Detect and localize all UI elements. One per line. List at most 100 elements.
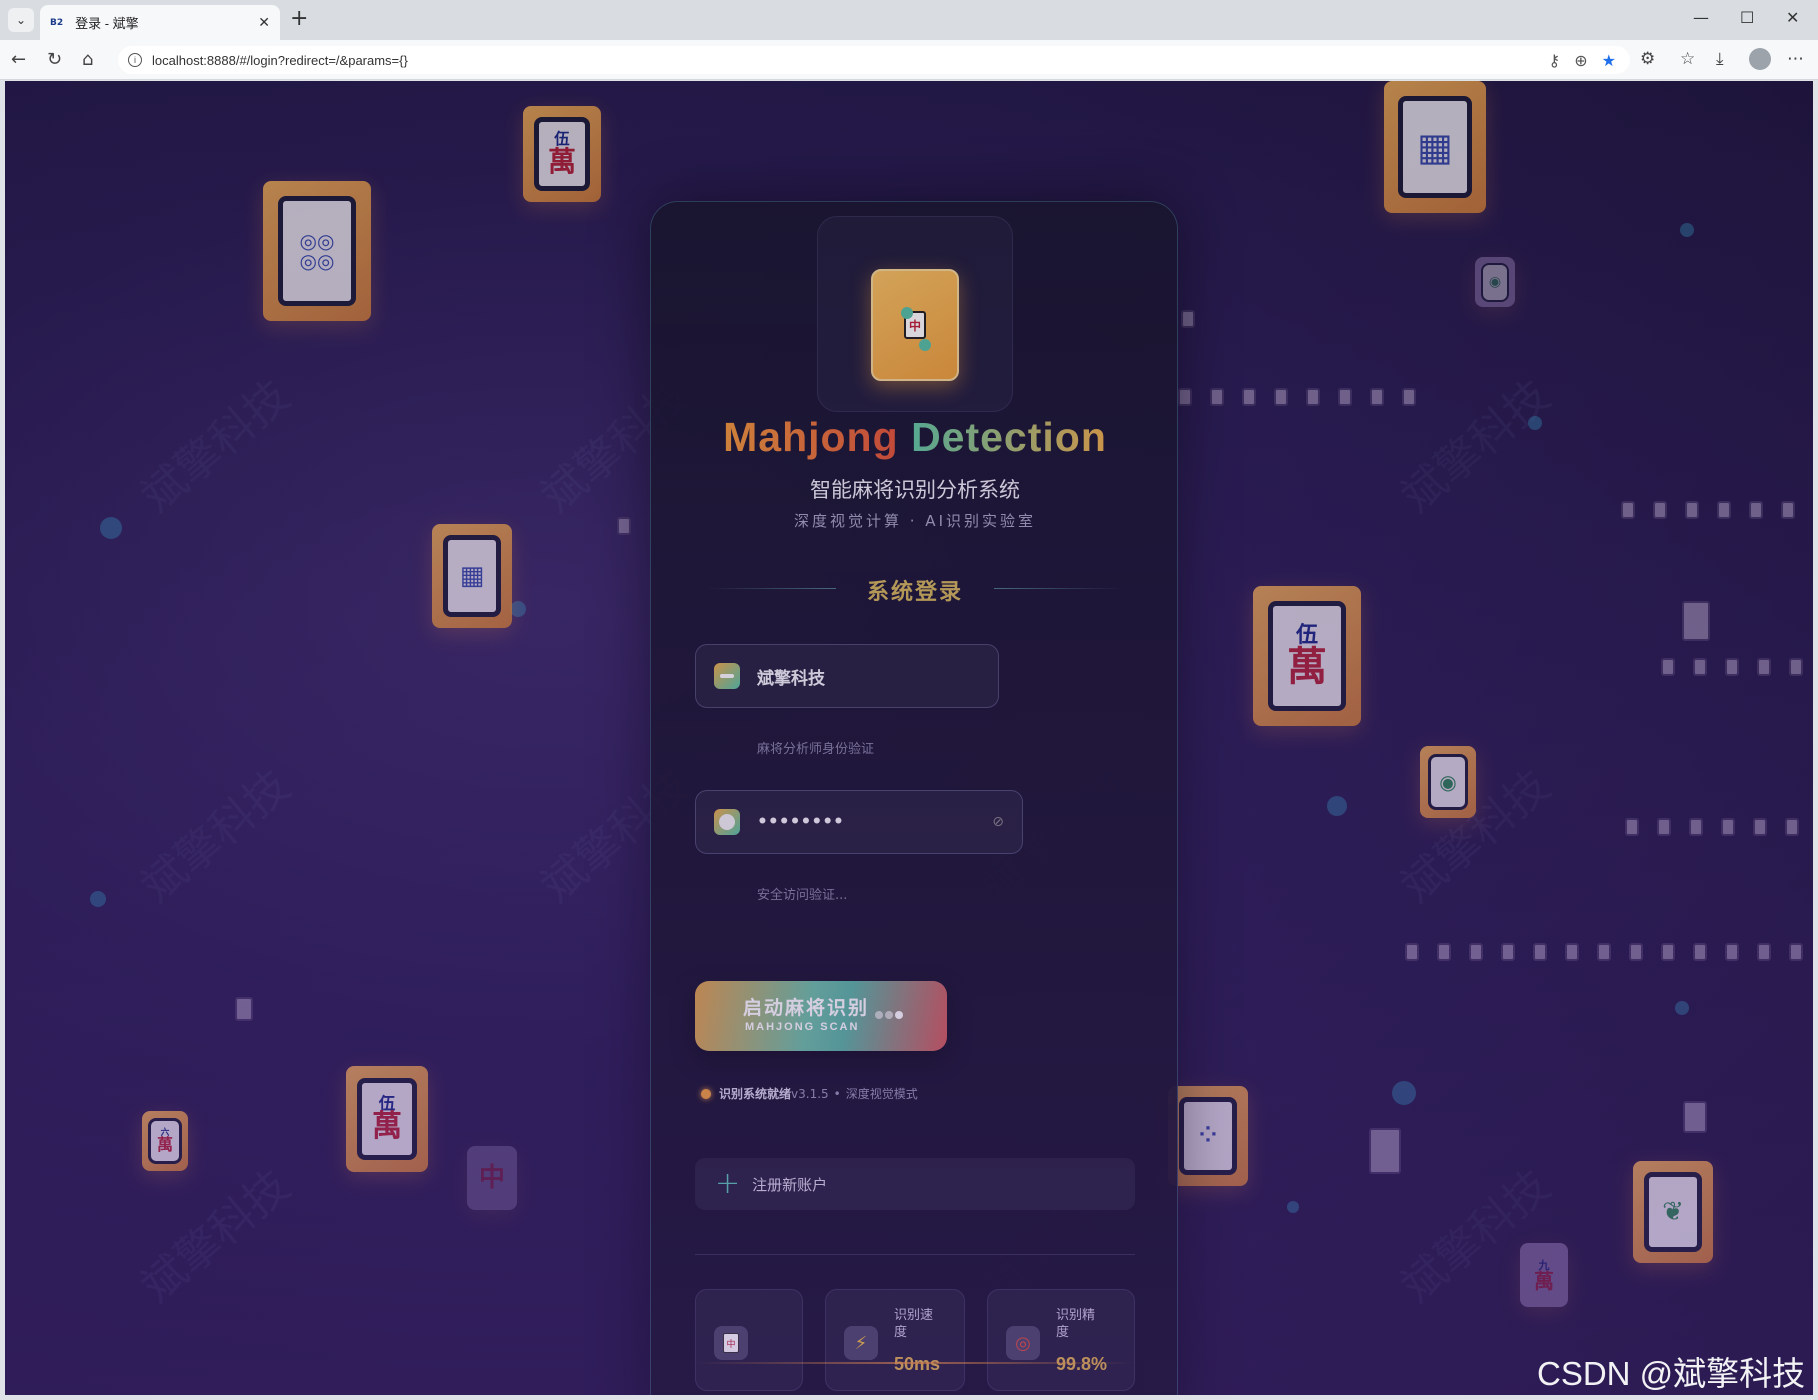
login-card: 中 Mahjong Detection 智能麻将识别分析系统 深度视觉计算 · …	[650, 201, 1178, 1395]
status-mode: 深度视觉模式	[845, 1087, 918, 1101]
home-icon[interactable]: ⌂	[82, 49, 93, 70]
background-watermark: 斌擎科技	[1392, 370, 1560, 523]
minimize-icon[interactable]: —	[1693, 8, 1709, 27]
status-ready-text: 识别系统就绪	[719, 1087, 792, 1101]
mini-tile	[1757, 943, 1771, 961]
mahjong-tile-wu-wan: 伍萬	[1253, 586, 1361, 726]
eye-off-icon[interactable]: ⊘	[992, 814, 1004, 830]
maximize-icon[interactable]: ☐	[1740, 8, 1754, 27]
mini-tile	[1402, 388, 1416, 406]
tab-close-icon[interactable]: ✕	[258, 15, 270, 31]
mini-tile	[1749, 501, 1763, 519]
favorite-star-icon[interactable]: ★	[1602, 51, 1616, 70]
username-value[interactable]: 斌擎科技	[757, 664, 980, 689]
scan-button-label: 启动麻将识别	[743, 997, 870, 1019]
mahjong-tile-wu-wan: 伍萬	[523, 106, 601, 202]
mini-tile	[1785, 818, 1799, 836]
brand-title: Mahjong Detection	[651, 414, 1179, 461]
tab-title: 登录 - 斌擎	[75, 16, 139, 31]
scan-button-sublabel: MAHJONG SCAN	[745, 1021, 860, 1033]
close-window-icon[interactable]: ✕	[1786, 8, 1799, 27]
mini-tile	[1625, 818, 1639, 836]
mahjong-tile-wu-wan: 伍萬	[346, 1066, 428, 1172]
logo-frame: 中	[817, 216, 1013, 412]
mahjong-tile-bamboo: ▦	[432, 524, 512, 628]
glow-dot	[1392, 1081, 1416, 1105]
mini-tile	[1789, 943, 1803, 961]
mahjong-tile-circles: ⁘	[1168, 1086, 1248, 1186]
glow-dot	[510, 601, 526, 617]
extensions-icon[interactable]: ⚙	[1640, 49, 1655, 69]
mini-tile	[1685, 501, 1699, 519]
mini-tile	[1405, 943, 1419, 961]
glow-dot	[1680, 223, 1694, 237]
profile-avatar[interactable]	[1749, 48, 1771, 70]
reload-icon[interactable]: ↻	[47, 49, 62, 70]
mini-tile	[1682, 601, 1710, 641]
mini-tile	[1242, 388, 1256, 406]
mini-tile	[1661, 658, 1675, 676]
background-watermark: 斌擎科技	[132, 760, 300, 913]
login-section-title: 系统登录	[866, 580, 963, 605]
stats-divider	[695, 1254, 1135, 1255]
glow-dot	[1287, 1201, 1299, 1213]
mini-tile	[1210, 388, 1224, 406]
mini-tile	[1178, 388, 1192, 406]
mini-tile	[1565, 943, 1579, 961]
register-button[interactable]: + 注册新账户	[695, 1158, 1135, 1210]
password-field[interactable]: •••••••• ⊘	[695, 790, 1023, 854]
glow-dot	[1327, 796, 1347, 816]
system-status: 识别系统就绪 v3.1.5 • 深度视觉模式	[701, 1085, 918, 1102]
mini-tile	[1653, 501, 1667, 519]
brand-word-detection: Detection	[911, 414, 1107, 460]
mini-tile	[1181, 310, 1195, 328]
site-info-icon[interactable]: i	[128, 53, 142, 67]
mahjong-tile-circles: ◎◎ ◎◎	[263, 181, 371, 321]
lab-tagline: 深度视觉计算 · AI识别实验室	[794, 512, 1036, 530]
mini-tile	[1789, 658, 1803, 676]
plus-icon: +	[715, 1166, 741, 1201]
stat-speed-label: 识别速度	[894, 1308, 934, 1340]
mini-tile	[1725, 658, 1739, 676]
stat-card-accuracy: ◎ 识别精度 99.8%	[987, 1289, 1135, 1391]
mini-tile	[1721, 818, 1735, 836]
zoom-icon[interactable]: ⊕	[1574, 51, 1587, 70]
mahjong-tile-circle: ◉	[1475, 257, 1515, 307]
collections-icon[interactable]: ☆	[1680, 49, 1695, 69]
password-value[interactable]: ••••••••	[757, 812, 992, 832]
mini-tile	[617, 517, 631, 535]
mini-tile	[1597, 943, 1611, 961]
url-field[interactable]: i localhost:8888/#/login?redirect=/&para…	[118, 46, 1630, 74]
key-icon[interactable]: ⚷	[1549, 51, 1561, 70]
glow-dot	[1528, 416, 1542, 430]
mini-tile	[235, 997, 253, 1021]
mini-tile	[1661, 943, 1675, 961]
username-field[interactable]: 斌擎科技	[695, 644, 999, 708]
stat-speed-value: 50ms	[894, 1354, 941, 1374]
mini-tile	[1370, 388, 1384, 406]
download-icon[interactable]: ⤓	[1716, 49, 1724, 69]
mini-tile	[1469, 943, 1483, 961]
more-menu-icon[interactable]: ⋯	[1787, 49, 1804, 69]
logo-dot	[901, 307, 913, 319]
stat-accuracy-label: 识别精度	[1056, 1308, 1096, 1340]
mahjong-tile-jiu-wan: 九萬	[1520, 1243, 1568, 1307]
mini-tile	[1657, 818, 1671, 836]
system-subtitle: 智能麻将识别分析系统	[810, 478, 1020, 502]
url-text[interactable]: localhost:8888/#/login?redirect=/&params…	[152, 53, 408, 68]
browser-tab[interactable]: B2 登录 - 斌擎 ✕	[40, 5, 280, 40]
mini-tile	[1501, 943, 1515, 961]
brand-word-mahjong: Mahjong	[723, 414, 899, 460]
mini-tile	[1717, 501, 1731, 519]
new-tab-plus-icon[interactable]: +	[290, 6, 308, 31]
status-separator: •	[833, 1086, 841, 1101]
mini-tile	[1306, 388, 1320, 406]
glow-line	[695, 1362, 1135, 1364]
favicon-icon: B2	[50, 17, 64, 28]
address-bar: ← ↻ ⌂ i localhost:8888/#/login?redirect=…	[0, 40, 1818, 80]
divider-right	[994, 588, 1124, 589]
status-version: v3.1.5	[791, 1086, 829, 1101]
back-arrow-icon[interactable]: ←	[11, 49, 26, 70]
tab-list-chevron-icon[interactable]: ⌄	[8, 8, 34, 32]
start-scan-button[interactable]: 启动麻将识别 MAHJONG SCAN	[695, 981, 947, 1051]
